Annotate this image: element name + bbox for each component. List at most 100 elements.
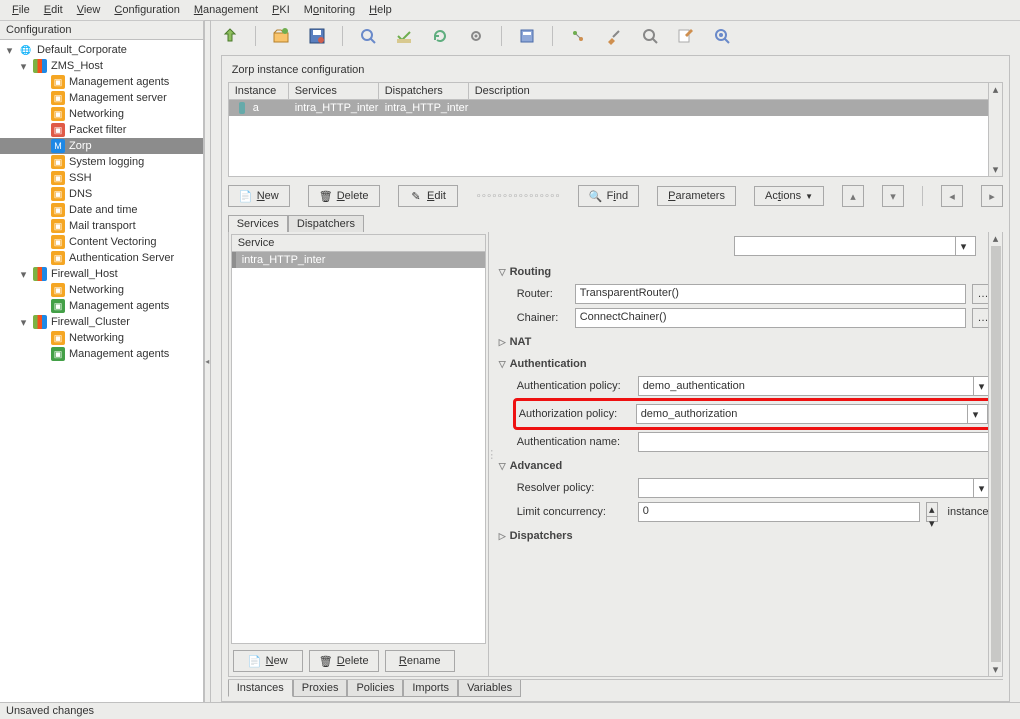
menu-pki[interactable]: PKI <box>266 2 296 18</box>
agents-icon: ▣ <box>51 299 65 313</box>
grid-row[interactable]: a intra_HTTP_inter intra_HTTP_inter <box>229 100 988 116</box>
menu-configuration[interactable]: Configuration <box>108 2 185 18</box>
tree-packet-filter[interactable]: ▣Packet filter <box>0 122 203 138</box>
tree-content-vec[interactable]: ▣Content Vectoring <box>0 234 203 250</box>
tree-fw-host[interactable]: ▾Firewall_Host <box>0 266 203 282</box>
tree-zorp[interactable]: MZorp <box>0 138 203 154</box>
tree-collapse-handle[interactable]: ◂ <box>204 20 211 703</box>
menu-monitoring[interactable]: Monitoring <box>298 2 361 18</box>
col-services[interactable]: Services <box>289 83 379 99</box>
parameters-button[interactable]: Parameters <box>657 186 736 206</box>
tree-ssh[interactable]: ▣SSH <box>0 170 203 186</box>
print-button[interactable] <box>711 25 733 47</box>
tree-fwcluster-agents[interactable]: ▣Management agents <box>0 346 203 362</box>
authz-policy-select[interactable]: demo_authorization▾ <box>636 404 988 424</box>
connect-button[interactable] <box>567 25 589 47</box>
check-button[interactable] <box>393 25 415 47</box>
spin-up[interactable]: ▴ <box>927 503 937 516</box>
top-combo[interactable]: ▾ <box>734 236 976 256</box>
tab-imports[interactable]: Imports <box>403 680 458 697</box>
bottom-tabs: Instances Proxies Policies Imports Varia… <box>228 679 1003 697</box>
zoom-button[interactable] <box>357 25 379 47</box>
label-authz-policy: Authorization policy: <box>519 408 630 420</box>
refresh-button[interactable] <box>429 25 451 47</box>
tree-fwhost-agents[interactable]: ▣Management agents <box>0 298 203 314</box>
tree-fwcluster-networking[interactable]: ▣Networking <box>0 330 203 346</box>
section-nat[interactable]: ▷NAT <box>495 330 994 352</box>
gear-button[interactable] <box>465 25 487 47</box>
form-scrollbar[interactable]: ▴▾ <box>988 232 1002 676</box>
tree-datetime[interactable]: ▣Date and time <box>0 202 203 218</box>
zorp-icon: M <box>51 139 65 153</box>
col-description[interactable]: Description <box>469 83 988 99</box>
left-arrow-button[interactable]: ◂ <box>941 185 963 207</box>
books-icon <box>33 315 47 329</box>
tree-fwhost-networking[interactable]: ▣Networking <box>0 282 203 298</box>
col-dispatchers[interactable]: Dispatchers <box>379 83 469 99</box>
edit-button[interactable]: ✎Edit <box>398 185 458 207</box>
tree-mail[interactable]: ▣Mail transport <box>0 218 203 234</box>
db-button[interactable] <box>516 25 538 47</box>
tab-policies[interactable]: Policies <box>347 680 403 697</box>
filter-icon: ▣ <box>51 123 65 137</box>
brush-button[interactable] <box>603 25 625 47</box>
tab-proxies[interactable]: Proxies <box>293 680 348 697</box>
section-routing[interactable]: ▽Routing <box>495 260 994 282</box>
folder-icon: ▣ <box>51 331 65 345</box>
menu-view[interactable]: View <box>71 2 107 18</box>
resolver-select[interactable]: ▾ <box>638 478 994 498</box>
spin-down[interactable]: ▾ <box>927 516 937 530</box>
up-arrow-button[interactable]: ▴ <box>842 185 864 207</box>
menu-file[interactable]: File <box>6 2 36 18</box>
tab-instances[interactable]: Instances <box>228 680 293 697</box>
chainer-input[interactable]: ConnectChainer() <box>575 308 966 328</box>
save-button[interactable] <box>306 25 328 47</box>
find-button[interactable]: 🔍Find <box>578 185 639 207</box>
tab-services[interactable]: Services <box>228 215 288 232</box>
service-list-item[interactable]: intra_HTTP_inter <box>232 252 485 268</box>
section-advanced[interactable]: ▽Advanced <box>495 454 994 476</box>
service-list[interactable]: Service intra_HTTP_inter <box>231 234 486 644</box>
tab-variables[interactable]: Variables <box>458 680 521 697</box>
auth-policy-select[interactable]: demo_authentication▾ <box>638 376 994 396</box>
authz-policy-highlight: Authorization policy: demo_authorization… <box>513 398 994 430</box>
svc-rename-button[interactable]: Rename <box>385 650 455 672</box>
router-input[interactable]: TransparentRouter() <box>575 284 966 304</box>
tree-auth-server[interactable]: ▣Authentication Server <box>0 250 203 266</box>
menu-management[interactable]: Management <box>188 2 264 18</box>
right-arrow-button[interactable]: ▸ <box>981 185 1003 207</box>
open-button[interactable] <box>270 25 292 47</box>
tree-fw-cluster[interactable]: ▾Firewall_Cluster <box>0 314 203 330</box>
edit-button[interactable] <box>675 25 697 47</box>
tab-dispatchers[interactable]: Dispatchers <box>288 215 364 232</box>
new-button[interactable]: 📄New <box>228 185 290 207</box>
actions-button[interactable]: Actions ▼ <box>754 186 824 206</box>
down-arrow-button[interactable]: ▾ <box>882 185 904 207</box>
chevron-down-icon: ▾ <box>955 237 971 255</box>
menu-edit[interactable]: Edit <box>38 2 69 18</box>
section-auth[interactable]: ▽Authentication <box>495 352 994 374</box>
auth-name-input[interactable] <box>638 432 994 452</box>
svc-new-button[interactable]: 📄New <box>233 650 303 672</box>
find-button[interactable] <box>639 25 661 47</box>
new-icon: 📄 <box>248 654 262 668</box>
grid-scrollbar[interactable]: ▴▾ <box>989 82 1003 177</box>
menu-help[interactable]: Help <box>363 2 398 18</box>
limit-input[interactable]: 0 <box>638 502 920 522</box>
section-dispatchers[interactable]: ▷Dispatchers <box>495 524 994 546</box>
folder-icon: ▣ <box>51 235 65 249</box>
up-button[interactable] <box>219 25 241 47</box>
instances-grid[interactable]: Instance Services Dispatchers Descriptio… <box>228 82 989 177</box>
tree-default-corporate[interactable]: ▾🌐Default_Corporate <box>0 42 203 58</box>
delete-button[interactable]: 🗑Delete <box>308 185 380 207</box>
tree-dns[interactable]: ▣DNS <box>0 186 203 202</box>
svc-delete-button[interactable]: 🗑Delete <box>309 650 379 672</box>
tree-mgmt-server[interactable]: ▣Management server <box>0 90 203 106</box>
tree-syslog[interactable]: ▣System logging <box>0 154 203 170</box>
tree-mgmt-agents[interactable]: ▣Management agents <box>0 74 203 90</box>
tree-zms-host[interactable]: ▾ZMS_Host <box>0 58 203 74</box>
tree-networking[interactable]: ▣Networking <box>0 106 203 122</box>
col-instance[interactable]: Instance <box>229 83 289 99</box>
service-list-header: Service <box>232 235 485 252</box>
tree[interactable]: ▾🌐Default_Corporate ▾ZMS_Host ▣Managemen… <box>0 40 203 702</box>
